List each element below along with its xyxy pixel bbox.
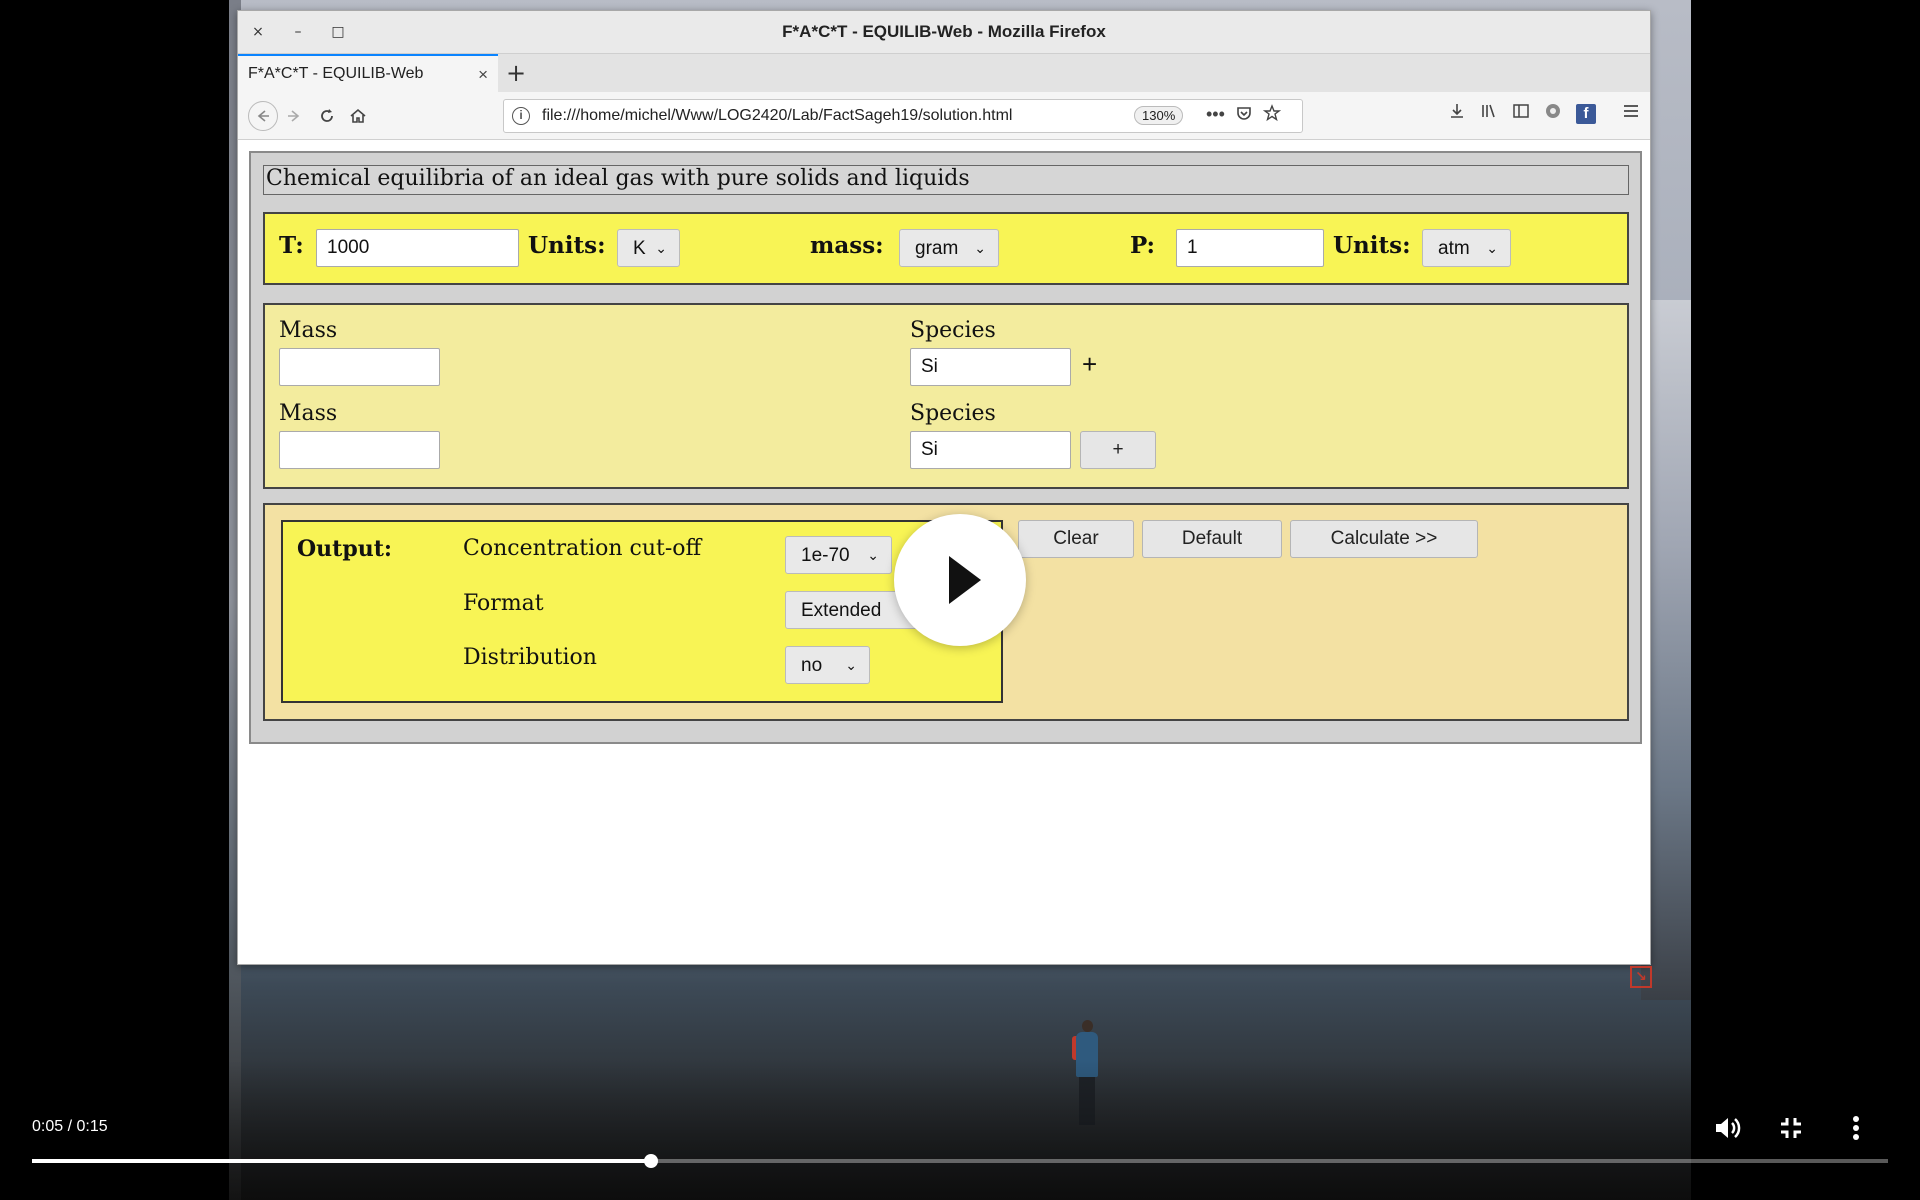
mass-input[interactable] bbox=[279, 348, 440, 386]
temperature-units-value: K bbox=[633, 238, 646, 259]
mass-field-label: Mass bbox=[279, 318, 338, 343]
volume-icon[interactable] bbox=[1711, 1112, 1743, 1144]
chevron-down-icon: ⌄ bbox=[974, 240, 986, 256]
downloads-icon[interactable] bbox=[1448, 102, 1466, 125]
cutoff-value: 1e-70 bbox=[801, 545, 850, 566]
tab-bar: F*A*C*T - EQUILIB-Web × + bbox=[238, 54, 1650, 92]
new-tab-button[interactable]: + bbox=[498, 54, 534, 92]
window-title: F*A*C*T - EQUILIB-Web - Mozilla Firefox bbox=[782, 22, 1106, 41]
species-field-label: Species bbox=[910, 318, 996, 343]
temperature-units-select[interactable]: K ⌄ bbox=[617, 229, 680, 267]
progress-fill bbox=[32, 1159, 651, 1163]
pressure-units-label: Units: bbox=[1333, 232, 1411, 259]
cutoff-label: Concentration cut-off bbox=[463, 536, 702, 561]
clear-button[interactable]: Clear bbox=[1018, 520, 1134, 558]
more-vert-icon[interactable] bbox=[1840, 1112, 1872, 1144]
progress-handle[interactable] bbox=[643, 1154, 658, 1168]
species-input[interactable]: Si bbox=[910, 348, 1071, 386]
plus-sign: + bbox=[1082, 349, 1098, 379]
title-bar: × – □ F*A*C*T - EQUILIB-Web - Mozilla Fi… bbox=[238, 11, 1650, 54]
zoom-badge[interactable]: 130% bbox=[1134, 106, 1184, 125]
minimize-window-button[interactable]: – bbox=[278, 17, 318, 47]
page-actions-icon[interactable]: ••• bbox=[1206, 104, 1225, 127]
time-display: 0:05 / 0:15 bbox=[32, 1118, 108, 1135]
chevron-down-icon: ⌄ bbox=[845, 657, 857, 673]
forward-icon[interactable] bbox=[280, 102, 308, 130]
output-options: Output: Concentration cut-off 1e-70 ⌄ Fo… bbox=[281, 520, 1003, 703]
chevron-down-icon: ⌄ bbox=[867, 547, 879, 563]
mass-unit-value: gram bbox=[915, 238, 959, 259]
library-icon[interactable] bbox=[1480, 102, 1498, 125]
back-icon[interactable] bbox=[248, 101, 278, 131]
calculate-button[interactable]: Calculate >> bbox=[1290, 520, 1478, 558]
extension-icon[interactable] bbox=[1544, 102, 1562, 125]
species-field-label: Species bbox=[910, 401, 996, 426]
calculator-panel: Chemical equilibria of an ideal gas with… bbox=[249, 151, 1642, 744]
url-text[interactable]: file:///home/michel/Www/LOG2420/Lab/Fact… bbox=[542, 107, 1012, 125]
progress-bar[interactable] bbox=[32, 1154, 1888, 1168]
temperature-label: T: bbox=[279, 232, 304, 259]
maximize-window-button[interactable]: □ bbox=[318, 17, 358, 47]
mass-unit-select[interactable]: gram ⌄ bbox=[899, 229, 999, 267]
output-label: Output: bbox=[297, 536, 392, 562]
mass-input[interactable] bbox=[279, 431, 440, 469]
page-heading: Chemical equilibria of an ideal gas with… bbox=[263, 165, 1629, 195]
navigation-bar: i file:///home/michel/Www/LOG2420/Lab/Fa… bbox=[238, 92, 1650, 140]
sidebar-icon[interactable] bbox=[1512, 102, 1530, 125]
distribution-value: no bbox=[801, 655, 823, 676]
format-value: Extended bbox=[801, 600, 882, 621]
firefox-window: × – □ F*A*C*T - EQUILIB-Web - Mozilla Fi… bbox=[237, 10, 1651, 965]
bookmark-star-icon[interactable] bbox=[1262, 104, 1282, 127]
tab-close-icon[interactable]: × bbox=[478, 65, 488, 85]
chevron-down-icon: ⌄ bbox=[1486, 240, 1498, 256]
reactants-section: Mass Species Si + Mass Species Si + bbox=[263, 303, 1629, 489]
exit-fullscreen-icon[interactable] bbox=[1775, 1112, 1807, 1144]
close-window-button[interactable]: × bbox=[238, 17, 278, 47]
tab-label: F*A*C*T - EQUILIB-Web bbox=[248, 65, 424, 82]
parameters-section: T: 1000 Units: K ⌄ mass: gram ⌄ P: 1 Uni… bbox=[263, 212, 1629, 285]
controls-gradient bbox=[0, 1060, 1920, 1200]
default-button[interactable]: Default bbox=[1142, 520, 1282, 558]
distribution-label: Distribution bbox=[463, 645, 597, 670]
mass-unit-label: mass: bbox=[810, 232, 884, 259]
menu-icon[interactable] bbox=[1622, 102, 1640, 125]
home-icon[interactable] bbox=[344, 102, 372, 130]
corner-arrow-icon: ↘ bbox=[1630, 966, 1652, 988]
url-bar[interactable]: i file:///home/michel/Www/LOG2420/Lab/Fa… bbox=[503, 99, 1303, 133]
add-species-button[interactable]: + bbox=[1080, 431, 1156, 469]
reload-icon[interactable] bbox=[313, 102, 341, 130]
play-icon[interactable] bbox=[894, 514, 1026, 646]
browser-tab[interactable]: F*A*C*T - EQUILIB-Web × bbox=[238, 54, 498, 92]
distribution-select[interactable]: no ⌄ bbox=[785, 646, 870, 684]
pressure-units-select[interactable]: atm ⌄ bbox=[1422, 229, 1511, 267]
pressure-units-value: atm bbox=[1438, 238, 1470, 259]
pocket-icon[interactable] bbox=[1235, 104, 1253, 127]
mass-field-label: Mass bbox=[279, 401, 338, 426]
facebook-icon[interactable]: f bbox=[1576, 103, 1596, 124]
temperature-input[interactable]: 1000 bbox=[316, 229, 519, 267]
temperature-units-label: Units: bbox=[528, 232, 606, 259]
format-label: Format bbox=[463, 591, 544, 616]
site-info-icon[interactable]: i bbox=[512, 107, 530, 125]
cutoff-select[interactable]: 1e-70 ⌄ bbox=[785, 536, 892, 574]
chevron-down-icon: ⌄ bbox=[655, 240, 667, 256]
pressure-label: P: bbox=[1130, 232, 1155, 259]
species-input[interactable]: Si bbox=[910, 431, 1071, 469]
pressure-input[interactable]: 1 bbox=[1176, 229, 1324, 267]
